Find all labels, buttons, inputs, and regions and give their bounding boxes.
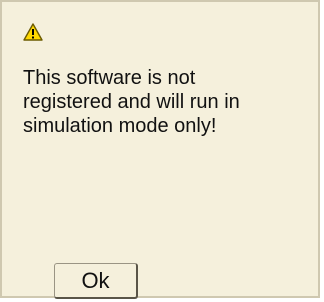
dialog-message: This software is not registered and will… bbox=[23, 67, 240, 137]
unregistered-warning-dialog: This software is not registered and will… bbox=[0, 0, 320, 299]
warning-icon bbox=[23, 22, 43, 42]
ok-button[interactable]: Ok bbox=[54, 263, 138, 299]
